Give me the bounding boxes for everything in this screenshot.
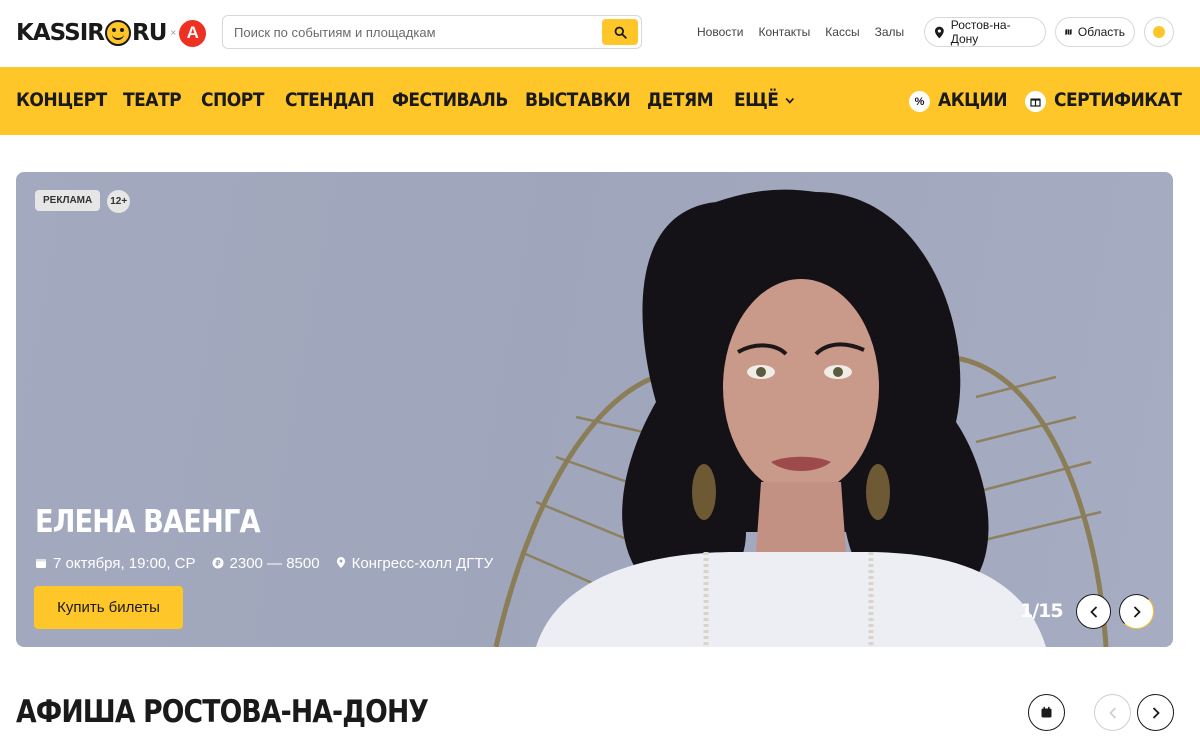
age-rating-badge: 12+: [107, 190, 131, 213]
hero-badges: РЕКЛАМА 12+: [35, 190, 131, 213]
calendar-icon: [1041, 706, 1052, 718]
nav-exhibitions[interactable]: ВЫСТАВКИ: [525, 89, 631, 111]
nav-promotions[interactable]: АКЦИИ: [938, 89, 1008, 111]
event-title[interactable]: ЕЛЕНА ВАЕНГА: [35, 504, 261, 540]
location-pin-icon: [934, 26, 944, 38]
nav-kids[interactable]: ДЕТЯМ: [647, 89, 714, 111]
calendar-icon: [36, 559, 46, 568]
map-icon: [1065, 28, 1072, 36]
link-halls[interactable]: Залы: [875, 25, 905, 39]
gift-icon: [1025, 91, 1046, 112]
buy-tickets-button[interactable]: Купить билеты: [34, 586, 183, 629]
ruble-icon: ₽: [212, 557, 224, 569]
user-icon: [1153, 26, 1165, 38]
region-label: Область: [1077, 25, 1125, 39]
search-button[interactable]: [602, 19, 638, 45]
logo-text: KASSIR RU: [16, 20, 167, 46]
nav-standup[interactable]: СТЕНДАП: [285, 89, 375, 111]
svg-text:₽: ₽: [215, 559, 221, 568]
nav-concert[interactable]: КОНЦЕРТ: [16, 89, 107, 111]
slide-counter: 1/15: [1020, 600, 1064, 622]
slide-prev-button[interactable]: [1076, 594, 1111, 629]
hero-artist-image: [493, 189, 1109, 647]
search-icon: [614, 26, 627, 39]
city-selector[interactable]: Ростов-на-Дону: [924, 17, 1046, 47]
event-date: 7 октября, 19:00, СР: [35, 555, 196, 572]
nav-sport[interactable]: СПОРТ: [201, 89, 264, 111]
chevron-right-icon: [1152, 706, 1160, 719]
chevron-right-icon: [1133, 605, 1141, 618]
event-price: ₽2300 — 8500: [212, 555, 320, 572]
section-prev-button[interactable]: [1094, 694, 1131, 731]
hero-banner[interactable]: РЕКЛАМА 12+ ЕЛЕНА ВАЕНГА 7 октября, 19:0…: [16, 172, 1173, 647]
event-meta: 7 октября, 19:00, СР ₽2300 — 8500 Конгре…: [35, 555, 493, 572]
smile-icon: [105, 20, 131, 46]
nav-more-label: ЕЩЁ: [734, 89, 779, 111]
logo[interactable]: KASSIR RU × А: [16, 18, 207, 48]
nav-festival[interactable]: ФЕСТИВАЛЬ: [392, 89, 508, 111]
link-contacts[interactable]: Контакты: [758, 25, 810, 39]
top-links: Новости Контакты Кассы Залы: [697, 25, 904, 39]
link-box-offices[interactable]: Кассы: [825, 25, 859, 39]
category-nav: КОНЦЕРТ ТЕАТР СПОРТ СТЕНДАП ФЕСТИВАЛЬ ВЫ…: [0, 67, 1200, 135]
section-next-button[interactable]: [1137, 694, 1174, 731]
search-bar: [222, 15, 642, 49]
logo-separator: ×: [170, 27, 177, 39]
region-selector[interactable]: Область: [1055, 17, 1135, 47]
location-pin-icon: [336, 557, 345, 568]
percent-icon: %: [909, 91, 930, 112]
section-title: АФИША РОСТОВА-НА-ДОНУ: [16, 694, 429, 730]
nav-more[interactable]: ЕЩЁ: [734, 89, 795, 111]
city-label: Ростов-на-Дону: [950, 18, 1011, 46]
user-account-button[interactable]: [1144, 17, 1174, 47]
alfa-bank-logo: А: [179, 19, 207, 47]
chevron-left-icon: [1108, 706, 1116, 719]
chevron-down-icon: [785, 97, 795, 104]
logo-left: KASSIR: [16, 20, 105, 46]
event-venue: Конгресс-холл ДГТУ: [336, 555, 493, 572]
chevron-left-icon: [1089, 605, 1097, 618]
ad-badge: РЕКЛАМА: [35, 190, 101, 211]
slide-next-button[interactable]: [1119, 594, 1154, 629]
calendar-button[interactable]: [1028, 694, 1065, 731]
link-news[interactable]: Новости: [697, 25, 743, 39]
search-input[interactable]: [223, 16, 583, 48]
top-bar: KASSIR RU × А Новости Контакты Кассы Зал…: [0, 0, 1200, 67]
nav-theatre[interactable]: ТЕАТР: [123, 89, 182, 111]
logo-right: RU: [132, 20, 167, 46]
nav-certificate[interactable]: СЕРТИФИКАТ: [1054, 89, 1182, 111]
